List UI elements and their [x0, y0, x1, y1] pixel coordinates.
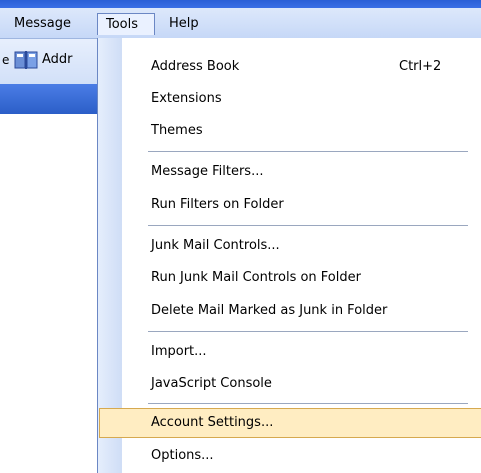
menu-tools[interactable]: Tools [97, 13, 155, 35]
folder-pane [0, 114, 100, 473]
menu-item-message-filters[interactable]: Message Filters... [99, 157, 481, 187]
menu-item-label: Message Filters... [151, 164, 264, 179]
menu-item-label: Account Settings... [151, 415, 274, 430]
menu-item-label: Junk Mail Controls... [151, 238, 280, 253]
menu-item-themes[interactable]: Themes [99, 116, 481, 146]
menu-item-label: Run Filters on Folder [151, 197, 284, 212]
menu-message[interactable]: Message [10, 13, 75, 35]
menu-item-label: Run Junk Mail Controls on Folder [151, 270, 361, 285]
menu-separator [148, 151, 468, 152]
menu-item-label: Delete Mail Marked as Junk in Folder [151, 303, 388, 318]
menu-item-run-filters[interactable]: Run Filters on Folder [99, 190, 481, 220]
menu-item-label: Extensions [151, 91, 222, 106]
menu-separator [148, 403, 468, 404]
toolbar-clipped-label: e [2, 53, 10, 67]
menu-item-label: Themes [151, 123, 203, 138]
menu-item-javascript-console[interactable]: JavaScript Console [99, 369, 481, 399]
menu-item-label: Address Book [151, 59, 240, 74]
menu-item-extensions[interactable]: Extensions [99, 84, 481, 114]
menu-item-delete-junk[interactable]: Delete Mail Marked as Junk in Folder [99, 296, 481, 326]
menu-item-account-settings[interactable]: Account Settings... [99, 408, 481, 438]
menu-help-label: Help [169, 16, 199, 31]
title-bar-strip [0, 0, 481, 8]
menu-item-label: JavaScript Console [151, 376, 272, 391]
menu-item-label: Import... [151, 344, 207, 359]
menu-item-import[interactable]: Import... [99, 337, 481, 367]
menu-item-run-junk-mail-controls[interactable]: Run Junk Mail Controls on Folder [99, 263, 481, 293]
menu-item-junk-mail-controls[interactable]: Junk Mail Controls... [99, 231, 481, 261]
menu-item-address-book[interactable]: Address Book Ctrl+2 [99, 52, 481, 82]
tools-menu-dropdown: Address Book Ctrl+2 Extensions Themes Me… [97, 38, 481, 473]
menu-item-label: Options... [151, 448, 214, 463]
address-book-toolbar-label[interactable]: Addr [42, 52, 73, 67]
menu-bar: Message Tools Help [0, 8, 481, 39]
menu-tools-label: Tools [106, 17, 139, 32]
menu-separator [148, 331, 468, 332]
menu-separator [148, 225, 468, 226]
address-book-icon[interactable] [14, 50, 38, 70]
menu-item-options[interactable]: Options... [99, 441, 481, 471]
menu-item-shortcut: Ctrl+2 [399, 59, 442, 74]
menu-help[interactable]: Help [165, 13, 203, 35]
menu-message-label: Message [14, 16, 71, 31]
